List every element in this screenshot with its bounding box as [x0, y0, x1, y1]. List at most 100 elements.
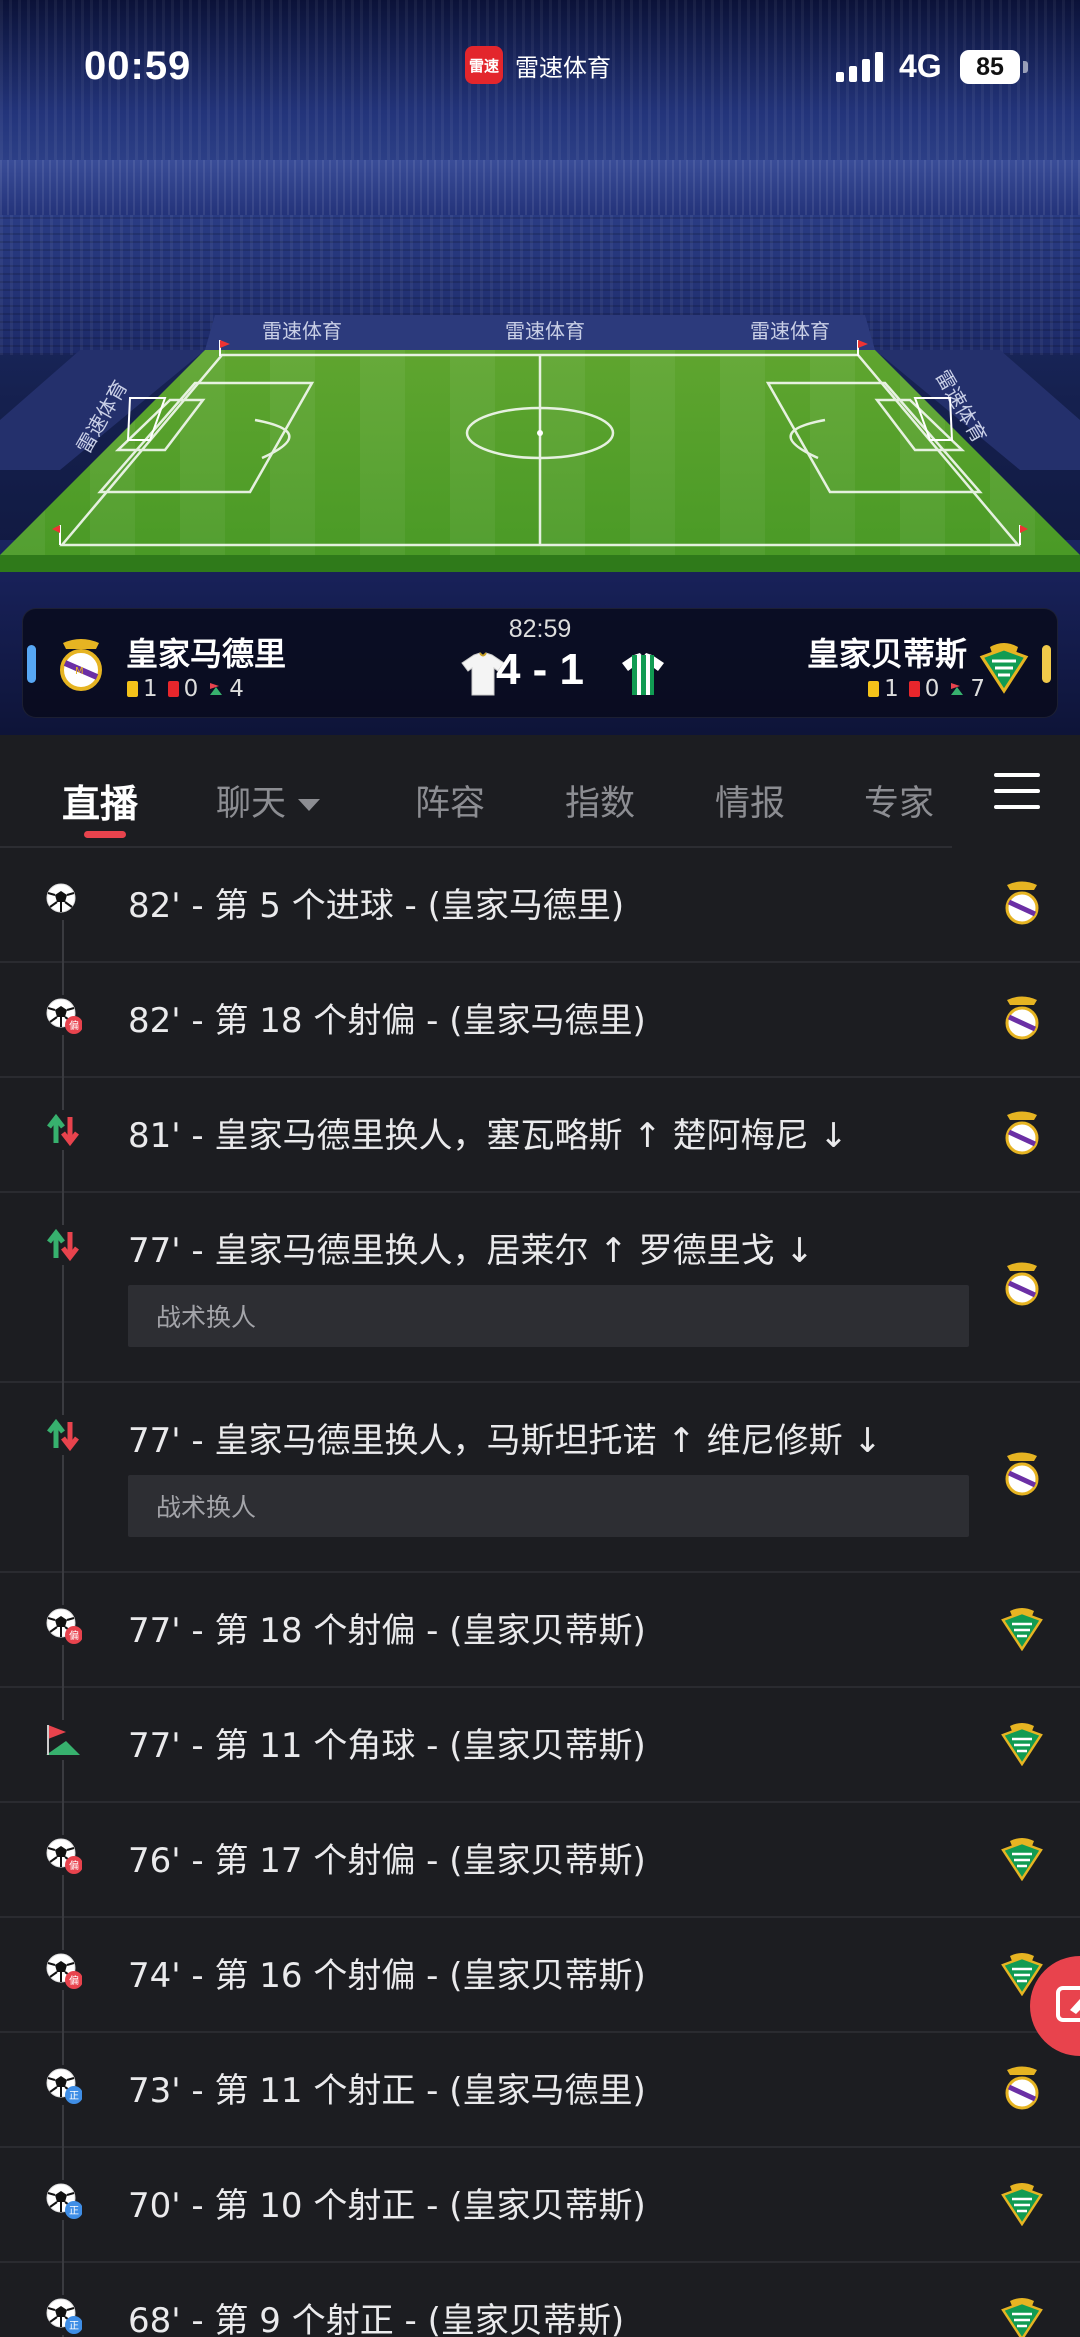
tab-odds-index[interactable]: 指数	[565, 775, 635, 826]
event-text: 76' - 第 17 个射偏 - (皇家贝蒂斯)	[128, 1841, 646, 1881]
real-madrid-crest-icon	[1000, 1451, 1044, 1497]
svg-text:正: 正	[69, 2321, 79, 2332]
event-row[interactable]: 偏 77' - 第 18 个射偏 - (皇家贝蒂斯)	[0, 1573, 1080, 1688]
yellow-card-icon	[868, 681, 880, 697]
timeline-connector	[62, 1035, 64, 1078]
real-betis-crest-icon[interactable]	[978, 639, 1030, 695]
event-row[interactable]: 81' - 皇家马德里换人，塞瓦略斯 ↑ 楚阿梅尼 ↓	[0, 1078, 1080, 1193]
status-time: 00:59	[84, 44, 192, 88]
event-row[interactable]: 偏 74' - 第 16 个射偏 - (皇家贝蒂斯)	[0, 1918, 1080, 2033]
event-row[interactable]: 正 73' - 第 11 个射正 - (皇家马德里)	[0, 2033, 1080, 2148]
svg-text:正: 正	[69, 2206, 79, 2217]
event-row[interactable]: 正 70' - 第 10 个射正 - (皇家贝蒂斯)	[0, 2148, 1080, 2263]
status-bar: 00:59 雷速 雷速体育 4G 85	[0, 0, 1080, 130]
stadium-header: 雷速体育 雷速体育 雷速体育 雷速体育 雷速体育 00:59 雷速 雷速体育 4…	[0, 0, 1080, 735]
timeline-connector	[62, 1383, 64, 1415]
away-team-stats: 1 0 7	[868, 676, 985, 702]
timeline-connector	[62, 1990, 64, 2033]
event-row[interactable]: 77' - 第 11 个角球 - (皇家贝蒂斯)	[0, 1688, 1080, 1803]
substitution-icon	[44, 1226, 82, 1264]
timeline-connector	[62, 920, 64, 963]
timeline-connector	[62, 2148, 64, 2180]
corner-flag-icon	[951, 683, 964, 695]
event-row[interactable]: 正 68' - 第 9 个射正 - (皇家贝蒂斯)	[0, 2263, 1080, 2337]
shot-off-target-icon: 偏	[44, 1951, 83, 1989]
ad-board-2: 雷速体育	[505, 319, 585, 343]
svg-text:偏: 偏	[69, 1629, 79, 1642]
goal-icon	[44, 881, 82, 919]
battery-icon: 85	[960, 50, 1020, 84]
timeline-connector	[62, 1193, 64, 1225]
red-card-icon	[908, 681, 920, 697]
timeline-connector	[62, 2220, 64, 2263]
event-text: 81' - 皇家马德里换人，塞瓦略斯 ↑ 楚阿梅尼 ↓	[128, 1116, 848, 1156]
svg-text:偏: 偏	[69, 1859, 79, 1872]
real-betis-crest-icon	[1000, 1720, 1044, 1767]
timeline-connector	[62, 2263, 64, 2295]
away-yellow-cards: 1	[884, 676, 899, 702]
shot-on-target-icon: 正	[44, 2066, 83, 2104]
event-row[interactable]: 77' - 皇家马德里换人，马斯坦托诺 ↑ 维尼修斯 ↓ 战术换人	[0, 1383, 1080, 1573]
event-text: 82' - 第 18 个射偏 - (皇家马德里)	[128, 1001, 646, 1041]
timeline-connector	[62, 1875, 64, 1918]
network-type: 4G	[899, 48, 942, 84]
event-text: 74' - 第 16 个射偏 - (皇家贝蒂斯)	[128, 1956, 646, 1996]
timeline-connector	[62, 2105, 64, 2148]
shot-on-target-icon: 正	[44, 2181, 83, 2219]
tab-live[interactable]: 直播	[62, 773, 138, 828]
edit-icon	[1056, 1986, 1080, 2022]
timeline-connector	[62, 1760, 64, 1803]
event-text: 77' - 第 18 个射偏 - (皇家贝蒂斯)	[128, 1611, 646, 1651]
event-row[interactable]: 偏 82' - 第 18 个射偏 - (皇家马德里)	[0, 963, 1080, 1078]
battery-tip	[1023, 61, 1028, 73]
event-note: 战术换人	[128, 1285, 969, 1347]
timeline-connector	[62, 1645, 64, 1688]
timeline-connector	[62, 2033, 64, 2065]
real-madrid-crest-icon	[1000, 995, 1044, 1041]
event-text: 68' - 第 9 个射正 - (皇家贝蒂斯)	[128, 2301, 625, 2337]
shot-on-target-icon: 正	[44, 2296, 83, 2334]
event-row[interactable]: 偏 76' - 第 17 个射偏 - (皇家贝蒂斯)	[0, 1803, 1080, 1918]
event-row[interactable]: 82' - 第 5 个进球 - (皇家马德里)	[0, 848, 1080, 963]
ad-board-1: 雷速体育	[262, 319, 342, 343]
real-betis-crest-icon	[1000, 2295, 1044, 2337]
timeline-connector	[62, 1150, 64, 1193]
event-text: 77' - 第 11 个角球 - (皇家贝蒂斯)	[128, 1726, 646, 1766]
corner-flag-icon	[44, 1721, 82, 1759]
tab-chat[interactable]: 聊天	[216, 775, 321, 826]
event-text: 77' - 皇家马德里换人，马斯坦托诺 ↑ 维尼修斯 ↓	[128, 1421, 882, 1461]
hamburger-menu-icon[interactable]	[994, 771, 1040, 811]
away-red-cards: 0	[924, 676, 940, 702]
active-tab-indicator	[84, 831, 126, 838]
timeline-connector	[62, 1455, 64, 1573]
timeline-connector	[62, 963, 64, 995]
real-madrid-crest-icon	[1000, 2065, 1044, 2111]
event-text: 73' - 第 11 个射正 - (皇家马德里)	[128, 2071, 646, 2111]
substitution-icon	[44, 1111, 82, 1149]
scoreboard: M 皇家马德里 1 0 4 82:59 4 - 1 皇家贝蒂斯 1 0 7	[22, 608, 1058, 718]
tab-bar: 直播 聊天 阵容 指数 情报 专家	[0, 735, 1080, 847]
timeline-connector	[62, 1265, 64, 1383]
real-madrid-crest-icon	[1000, 1261, 1044, 1307]
timeline-connector	[62, 1573, 64, 1605]
cellular-signal-icon	[836, 52, 883, 82]
app-badge: 雷速 雷速体育	[465, 45, 611, 85]
tab-intel[interactable]: 情报	[715, 775, 785, 826]
tab-lineup[interactable]: 阵容	[415, 775, 485, 826]
event-note: 战术换人	[128, 1475, 969, 1537]
shot-off-target-icon: 偏	[44, 1836, 83, 1874]
event-text: 82' - 第 5 个进球 - (皇家马德里)	[128, 886, 625, 926]
real-betis-crest-icon	[1000, 2180, 1044, 2227]
away-team-name[interactable]: 皇家贝蒂斯	[807, 629, 967, 675]
event-row[interactable]: 77' - 皇家马德里换人，居莱尔 ↑ 罗德里戈 ↓ 战术换人	[0, 1193, 1080, 1383]
svg-text:正: 正	[69, 2091, 79, 2102]
timeline-connector	[62, 1688, 64, 1720]
timeline-connector	[62, 1803, 64, 1835]
substitution-icon	[44, 1416, 82, 1454]
real-betis-crest-icon	[1000, 1605, 1044, 1652]
event-text: 77' - 皇家马德里换人，居莱尔 ↑ 罗德里戈 ↓	[128, 1231, 814, 1271]
live-event-list: 82' - 第 5 个进球 - (皇家马德里) 偏 82' - 第 18 个射偏 -…	[0, 848, 1080, 2337]
app-logo-icon: 雷速	[465, 46, 503, 84]
away-team-color-bar	[1042, 645, 1051, 683]
tab-expert[interactable]: 专家	[864, 775, 934, 826]
